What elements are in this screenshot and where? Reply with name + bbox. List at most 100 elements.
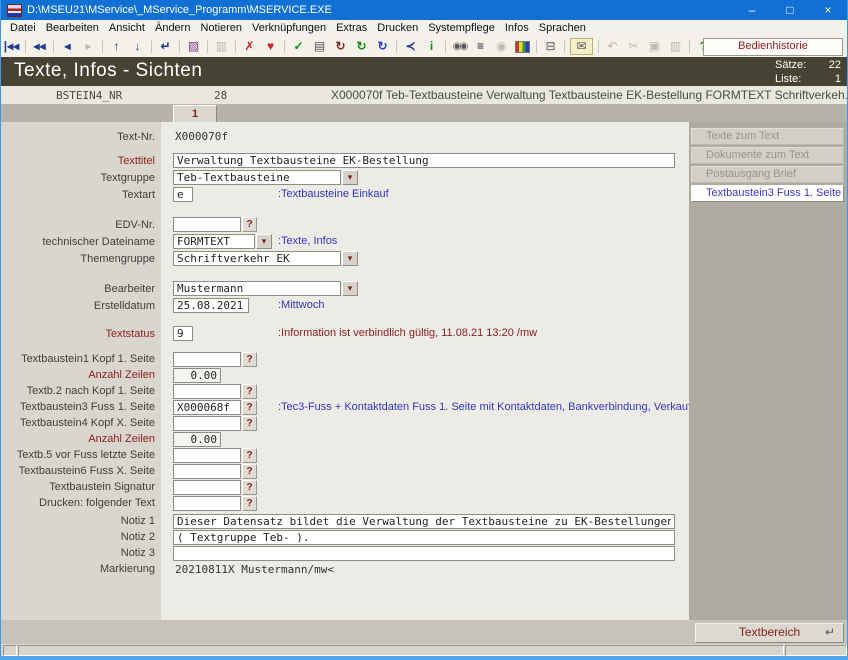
undo-icon[interactable]: ↶ xyxy=(602,37,623,56)
minimize-button[interactable]: – xyxy=(733,0,771,20)
tb4-lookup-button[interactable]: ? xyxy=(242,416,257,431)
up-icon[interactable]: ↑ xyxy=(106,37,127,56)
tb6-input[interactable] xyxy=(173,464,241,479)
prev-record-icon[interactable]: ◂ xyxy=(57,37,78,56)
drucken-input[interactable] xyxy=(173,496,241,511)
edv-nr-input[interactable] xyxy=(173,217,241,232)
info-icon[interactable]: i xyxy=(421,37,442,56)
tb2-input[interactable] xyxy=(173,384,241,399)
form-icon[interactable]: ▤ xyxy=(309,37,330,56)
question-icon: ? xyxy=(246,219,252,230)
bearbeiter-dropdown-button[interactable]: ▾ xyxy=(342,281,358,296)
tb2-lookup-button[interactable]: ? xyxy=(242,384,257,399)
textbereich-button[interactable]: Textbereich ↵ xyxy=(695,623,844,643)
ok-icon[interactable]: ✓ xyxy=(288,37,309,56)
edv-nr-lookup-button[interactable]: ? xyxy=(242,217,257,232)
textstatus-input[interactable] xyxy=(173,326,193,341)
tb1-input[interactable] xyxy=(173,352,241,367)
form-row-tb2: Textb.2 nach Kopf 1. Seite ? xyxy=(1,383,691,399)
signatur-lookup-button[interactable]: ? xyxy=(242,480,257,495)
textart-input[interactable] xyxy=(173,187,193,202)
tb3-lookup-button[interactable]: ? xyxy=(242,400,257,415)
menu-notieren[interactable]: Notieren xyxy=(195,22,247,34)
refresh-red-icon[interactable]: ↻ xyxy=(330,37,351,56)
sidebar-button-dokumente-zum-text[interactable]: Dokumente zum Text xyxy=(691,147,844,164)
close-button[interactable]: × xyxy=(809,0,847,20)
bearbeiter-input[interactable] xyxy=(173,281,341,296)
liste-value: 1 xyxy=(835,72,841,86)
record-summary[interactable]: X000070f Teb-Textbausteine Verwaltung Te… xyxy=(331,88,848,102)
menu-extras[interactable]: Extras xyxy=(331,22,372,34)
tree-icon[interactable]: ▥ xyxy=(211,37,232,56)
enter-icon[interactable]: ↵ xyxy=(155,37,176,56)
textart-note: :Textbausteine Einkauf xyxy=(278,188,389,200)
tab-strip: 1 xyxy=(1,104,847,122)
copy-icon[interactable]: ▣ xyxy=(644,37,665,56)
menu-infos[interactable]: Infos xyxy=(500,22,534,34)
sidebar-button-texte-zum-text[interactable]: Texte zum Text xyxy=(691,128,844,145)
textbereich-label: Textbereich xyxy=(739,625,800,639)
tb3-input[interactable] xyxy=(173,400,241,415)
delete-icon[interactable]: ✗ xyxy=(239,37,260,56)
menu-systempflege[interactable]: Systempflege xyxy=(423,22,500,34)
bedienhistorie-button[interactable]: Bedienhistorie xyxy=(703,38,843,56)
list-icon[interactable]: ≡ xyxy=(470,37,491,56)
textgruppe-input[interactable] xyxy=(173,170,341,185)
liste-label: Liste: xyxy=(775,72,801,86)
signatur-input[interactable] xyxy=(173,480,241,495)
anzahl1-input[interactable] xyxy=(173,368,221,383)
tb5-input[interactable] xyxy=(173,448,241,463)
menu-datei[interactable]: Datei xyxy=(5,22,41,34)
legend-icon[interactable] xyxy=(515,41,530,53)
cut-icon[interactable]: ✂ xyxy=(623,37,644,56)
stamp-icon[interactable]: ▧ xyxy=(183,37,204,56)
notiz3-input[interactable] xyxy=(173,546,675,561)
refresh-blue-icon[interactable]: ↻ xyxy=(372,37,393,56)
toolbar-separator xyxy=(598,40,599,53)
sidebar-button-postausgang-brief[interactable]: Postausgang Brief xyxy=(691,166,844,183)
dateiname-dropdown-button[interactable]: ▾ xyxy=(256,234,272,249)
refresh-green-icon[interactable]: ↻ xyxy=(351,37,372,56)
first-record-icon[interactable]: |◂◂ xyxy=(1,37,22,56)
dateiname-input[interactable] xyxy=(173,234,255,249)
prev-page-icon[interactable]: ◂◂ xyxy=(29,37,50,56)
tb4-input[interactable] xyxy=(173,416,241,431)
status-cell-main xyxy=(18,645,784,656)
erstelldatum-input[interactable] xyxy=(173,298,249,313)
themengruppe-dropdown-button[interactable]: ▾ xyxy=(342,251,358,266)
themengruppe-input[interactable] xyxy=(173,251,341,266)
print-icon[interactable]: ⊟ xyxy=(540,37,561,56)
menu-verknuepfungen[interactable]: Verknüpfungen xyxy=(247,22,331,34)
sidebar-button-textbaustein3[interactable]: Textbaustein3 Fuss 1. Seite xyxy=(691,185,844,202)
form-row-signatur: Textbaustein Signatur ? xyxy=(1,479,691,495)
favorite-icon[interactable]: ♥ xyxy=(260,37,281,56)
tb1-lookup-button[interactable]: ? xyxy=(242,352,257,367)
window-title: D:\MSEU21\MService\_MService_Programm\MS… xyxy=(27,4,733,16)
texttitel-input[interactable] xyxy=(173,153,675,168)
menu-drucken[interactable]: Drucken xyxy=(372,22,423,34)
enter-arrow-icon: ↵ xyxy=(825,624,835,641)
mail-icon[interactable]: ✉ xyxy=(570,38,593,55)
notiz1-input[interactable] xyxy=(173,514,675,529)
tab-1[interactable]: 1 xyxy=(173,105,217,123)
menu-sprachen[interactable]: Sprachen xyxy=(534,22,591,34)
next-record-icon[interactable]: ▸ xyxy=(78,37,99,56)
down-icon[interactable]: ↓ xyxy=(127,37,148,56)
question-icon: ? xyxy=(246,386,252,397)
drucken-lookup-button[interactable]: ? xyxy=(242,496,257,511)
disconnect-icon[interactable]: ≺ xyxy=(400,37,421,56)
question-icon: ? xyxy=(246,450,252,461)
notiz2-input[interactable] xyxy=(173,530,675,545)
paste-icon[interactable]: ▥ xyxy=(665,37,686,56)
tb6-lookup-button[interactable]: ? xyxy=(242,464,257,479)
anzahl2-input[interactable] xyxy=(173,432,221,447)
restore-button[interactable]: □ xyxy=(771,0,809,20)
menu-ansicht[interactable]: Ansicht xyxy=(104,22,150,34)
textgruppe-dropdown-button[interactable]: ▾ xyxy=(342,170,358,185)
search-icon[interactable]: ◉◉ xyxy=(449,37,470,56)
menu-aendern[interactable]: Ändern xyxy=(150,22,195,34)
menu-bearbeiten[interactable]: Bearbeiten xyxy=(41,22,104,34)
view-icon[interactable]: ◉ xyxy=(491,37,512,56)
toolbar: |◂◂ ◂◂ ◂ ▸ ↑ ↓ ↵ ▧ ▥ ✗ ♥ ✓ ▤ ↻ ↻ ↻ ≺ i ◉… xyxy=(1,36,847,57)
tb5-lookup-button[interactable]: ? xyxy=(242,448,257,463)
